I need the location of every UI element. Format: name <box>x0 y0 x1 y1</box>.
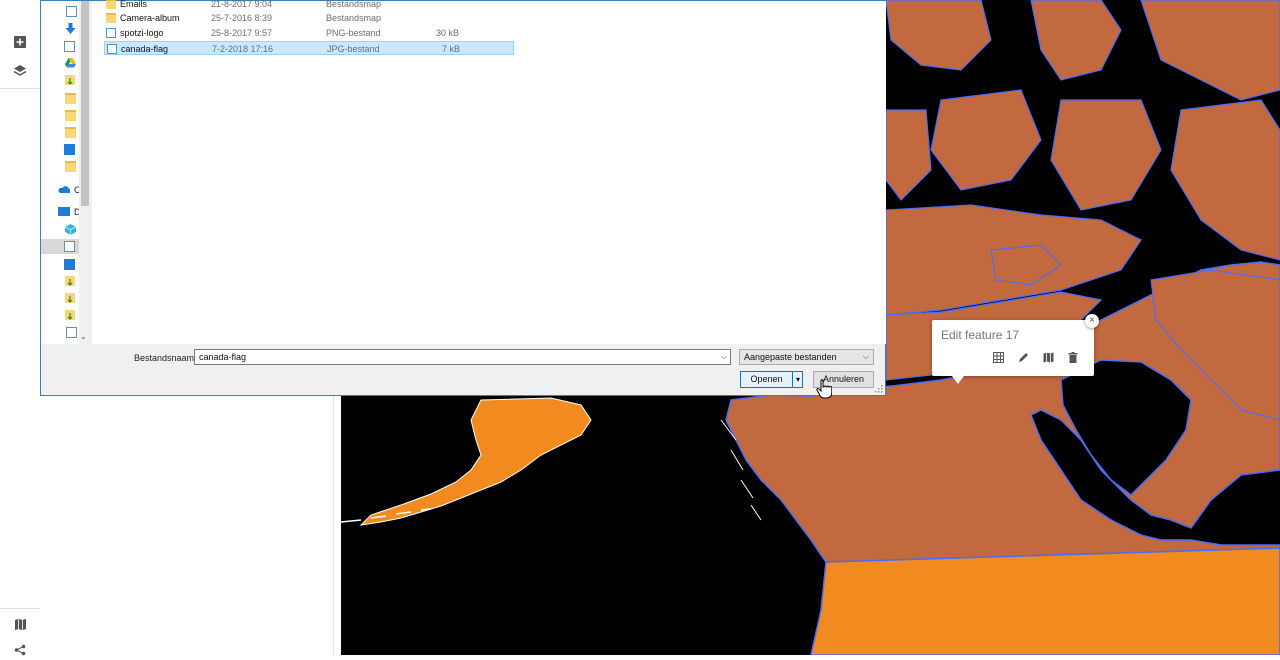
scroll-down-icon[interactable]: ⌄ <box>80 332 87 341</box>
chevron-down-icon[interactable]: ⌵ <box>721 350 727 364</box>
file-row[interactable]: Emails 21-8-2017 9:04 Bestandsmap <box>104 0 514 11</box>
arctic-island[interactable] <box>885 109 932 201</box>
file-date: 25-8-2017 9:57 <box>211 28 273 38</box>
folder-download-icon[interactable] <box>65 310 76 321</box>
file-type-filter[interactable]: Aangepaste bestanden ⌵ <box>739 349 874 365</box>
resize-grip-icon[interactable] <box>875 385 883 393</box>
desktop-icon[interactable] <box>64 41 75 52</box>
download-icon[interactable] <box>65 23 76 34</box>
file-name: Emails <box>120 0 148 9</box>
open-options-dropdown[interactable]: ▾ <box>792 372 803 387</box>
3d-objects-icon[interactable] <box>64 224 77 235</box>
file-size: 30 kB <box>435 28 459 38</box>
layers-icon[interactable] <box>10 61 30 81</box>
file-type: JPG-bestand <box>327 44 380 54</box>
edit-pencil-icon[interactable] <box>1016 350 1030 364</box>
trash-icon[interactable] <box>1066 350 1080 364</box>
monitor-icon[interactable] <box>64 144 75 155</box>
file-open-dialog: C D ⌄ Emails 21-8-2017 9:04 Bestandsmap <box>40 0 886 399</box>
nav-scrollbar-thumb[interactable] <box>81 1 89 206</box>
open-button-label: Openen <box>750 374 783 384</box>
this-pc-icon[interactable] <box>58 207 70 216</box>
desktop-icon[interactable] <box>64 241 75 252</box>
table-icon[interactable] <box>991 350 1005 364</box>
document-icon[interactable] <box>66 6 77 17</box>
folder-icon <box>106 13 116 23</box>
arctic-island[interactable] <box>1170 99 1280 261</box>
file-date: 25-7-2016 8:39 <box>211 13 273 23</box>
folder-icon[interactable] <box>65 110 76 121</box>
file-name: canada-flag <box>121 44 169 54</box>
file-row[interactable]: Camera-album 25-7-2016 8:39 Bestandsmap <box>104 11 514 25</box>
file-list[interactable]: Emails 21-8-2017 9:04 Bestandsmap Camera… <box>92 0 886 344</box>
arctic-island[interactable] <box>1030 0 1122 81</box>
document-icon[interactable] <box>66 327 77 338</box>
add-icon[interactable] <box>10 32 30 52</box>
image-file-icon <box>106 28 116 38</box>
popup-pointer <box>952 376 964 384</box>
arctic-island[interactable] <box>1050 99 1162 211</box>
file-row[interactable]: spotzi-logo 25-8-2017 9:57 PNG-bestand 3… <box>104 26 514 40</box>
folder-icon[interactable] <box>65 161 76 172</box>
file-date: 7-2-2018 17:16 <box>212 44 274 54</box>
share-icon[interactable] <box>10 640 30 660</box>
usa-land[interactable] <box>810 547 1280 655</box>
edit-feature-popup: Edit feature 17 × <box>932 314 1099 384</box>
file-date: 21-8-2017 9:04 <box>211 0 273 9</box>
popup-title: Edit feature 17 <box>941 328 1020 342</box>
onedrive-icon[interactable] <box>58 184 71 195</box>
arctic-island[interactable] <box>930 89 1042 191</box>
folder-download-icon[interactable] <box>65 293 76 304</box>
file-type: Bestandsmap <box>326 0 382 9</box>
left-rail <box>0 0 41 656</box>
arctic-island[interactable] <box>1140 0 1280 101</box>
folder-download-icon[interactable] <box>65 75 76 86</box>
close-icon[interactable]: × <box>1085 314 1099 328</box>
arctic-island[interactable] <box>885 0 992 71</box>
folder-download-icon[interactable] <box>65 276 76 287</box>
alaska-land[interactable] <box>359 397 592 526</box>
file-name: Camera-album <box>120 13 180 23</box>
file-name: spotzi-logo <box>120 28 164 38</box>
filter-value: Aangepaste bestanden <box>744 352 837 362</box>
navigation-pane[interactable]: C D ⌄ <box>41 1 91 344</box>
monitor-icon[interactable] <box>64 259 75 270</box>
file-size: 7 kB <box>441 44 460 54</box>
google-drive-icon[interactable] <box>65 58 76 69</box>
filename-input[interactable]: canada-flag ⌵ <box>194 349 731 365</box>
folder-icon <box>106 0 116 9</box>
file-type: Bestandsmap <box>326 13 382 23</box>
file-type: PNG-bestand <box>326 28 381 38</box>
folder-icon[interactable] <box>65 127 76 138</box>
filename-value: canada-flag <box>199 352 247 362</box>
image-file-icon <box>107 44 117 54</box>
chevron-down-icon[interactable]: ⌵ <box>863 350 869 364</box>
map-icon[interactable] <box>10 614 30 634</box>
file-row-selected[interactable]: canada-flag 7-2-2018 17:16 JPG-bestand 7… <box>104 41 514 55</box>
map-icon[interactable] <box>1041 350 1055 364</box>
folder-icon[interactable] <box>65 93 76 104</box>
hand-cursor-icon <box>816 379 832 399</box>
filename-label: Bestandsnaam: <box>134 353 197 363</box>
